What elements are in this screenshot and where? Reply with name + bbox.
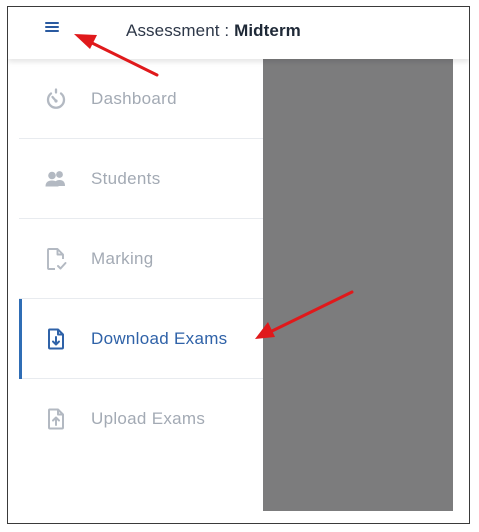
download-exams-icon — [48, 328, 64, 350]
title-label: Assessment : — [126, 21, 235, 40]
title-value: Midterm — [234, 21, 301, 40]
backdrop-overlay[interactable] — [263, 59, 453, 511]
sidebar-item-label: Marking — [91, 249, 154, 268]
marking-icon — [47, 248, 67, 270]
sidebar-item-marking[interactable]: Marking — [19, 219, 263, 299]
app-header: Assessment : Midterm — [8, 7, 469, 59]
sidebar-item-label: Dashboard — [91, 89, 177, 108]
sidebar-item-label: Download Exams — [91, 329, 228, 348]
sidebar-item-download-exams[interactable]: Download Exams — [19, 299, 263, 379]
students-icon — [45, 171, 65, 187]
page-title: Assessment : Midterm — [126, 21, 301, 41]
sidebar-item-upload-exams[interactable]: Upload Exams — [19, 379, 263, 459]
sidebar-item-label: Students — [91, 169, 161, 188]
sidebar-item-label: Upload Exams — [91, 409, 206, 428]
sidebar-item-students[interactable]: Students — [19, 139, 263, 219]
sidebar: Dashboard Students Marking Download Exam… — [19, 59, 263, 459]
hamburger-menu-icon[interactable] — [44, 19, 62, 35]
dashboard-icon — [46, 88, 66, 109]
sidebar-item-dashboard[interactable]: Dashboard — [19, 59, 263, 139]
upload-exams-icon — [48, 408, 64, 430]
app-window: Assessment : Midterm Dashboard Students — [7, 6, 470, 524]
